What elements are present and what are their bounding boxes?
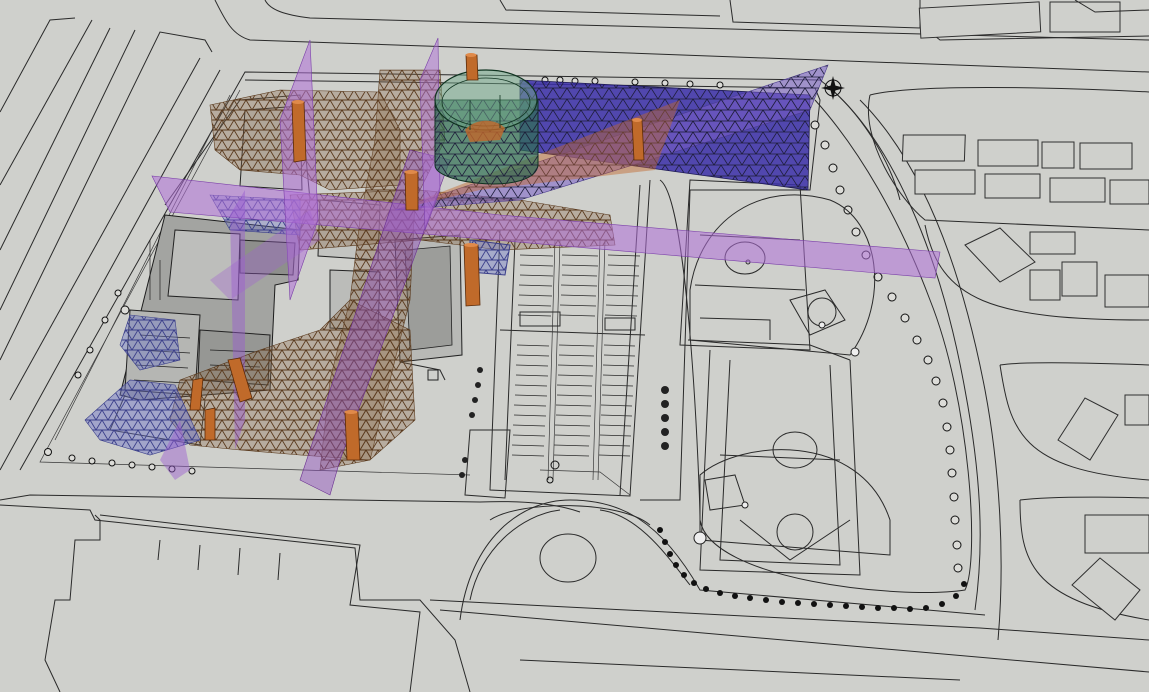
3d-site-model-viewport[interactable]: [0, 0, 1149, 692]
central-roundabout: [489, 505, 651, 583]
softball-diamond: [689, 194, 876, 357]
site-model-scene: [0, 0, 1149, 692]
baseball-diamond: [693, 449, 891, 561]
east-neighborhood-blocks: [868, 0, 1149, 621]
north-arrow-icon: [821, 76, 845, 100]
south-building-footprint: [44, 514, 421, 692]
glass-cylinder-tower: [434, 69, 539, 185]
